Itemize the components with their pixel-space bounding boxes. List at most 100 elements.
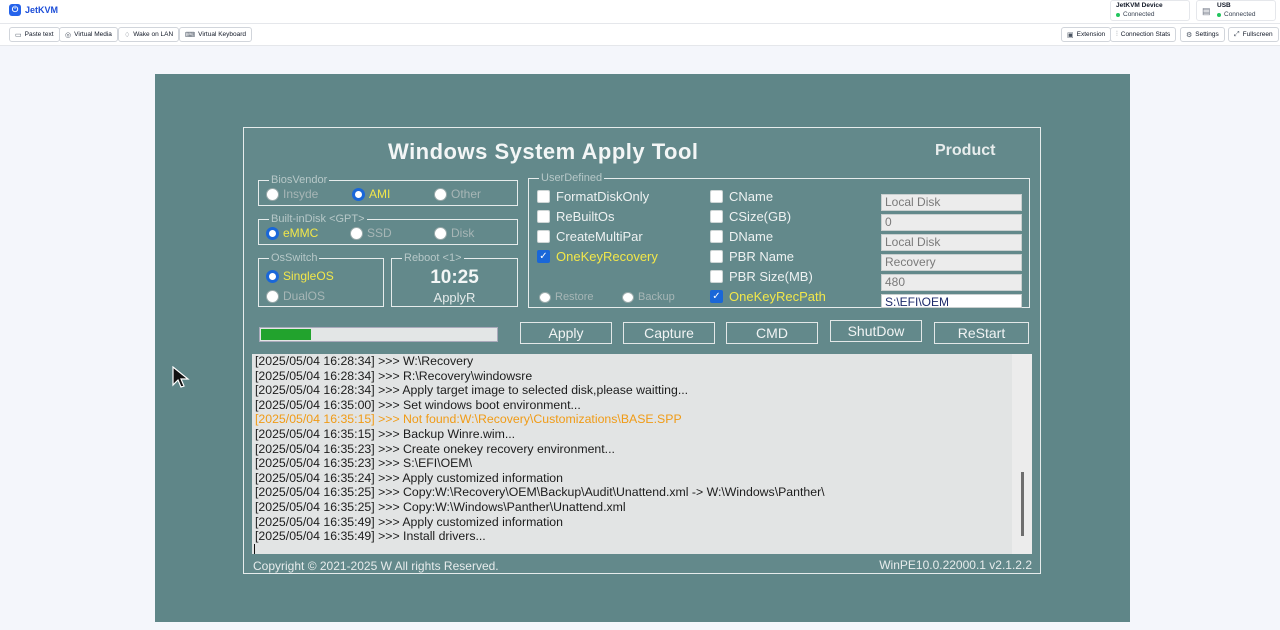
wake-on-lan-button[interactable]: ♢ Wake on LAN — [118, 27, 180, 42]
radio-icon — [434, 187, 447, 201]
paste-text-label: Paste text — [24, 31, 54, 38]
checkbox-create-multi-par[interactable]: CreateMultiPar — [537, 229, 643, 244]
fullscreen-button[interactable]: ⤢ Fullscreen — [1228, 27, 1279, 42]
checkbox-onekey-rec-path[interactable]: ✓ OneKeyRecPath — [710, 289, 826, 304]
radio-backup[interactable]: Backup — [622, 291, 675, 303]
checkbox-onekey-rec-path-label: OneKeyRecPath — [729, 289, 826, 304]
connection-stats-label: Connection Stats — [1120, 31, 1171, 38]
checkbox-format-disk-only[interactable]: FormatDiskOnly — [537, 189, 649, 204]
usb-status-card[interactable]: ▤ USB Connected — [1196, 0, 1276, 21]
copyright-text: Copyright © 2021-2025 W All rights Reser… — [253, 559, 499, 573]
log-scroll-thumb[interactable] — [1021, 472, 1024, 536]
checkbox-pbr-name[interactable]: PBR Name — [710, 249, 794, 264]
virtual-media-button[interactable]: ◎ Virtual Media — [59, 27, 118, 42]
radio-other[interactable]: Other — [434, 187, 481, 201]
os-switch-label: OsSwitch — [269, 251, 320, 265]
log-caret — [254, 543, 255, 554]
log-line: [2025/05/04 16:28:34] >>> R:\Recovery\wi… — [255, 368, 533, 383]
cname-field[interactable]: Local Disk — [881, 194, 1022, 211]
reboot-countdown: 10:25 — [430, 267, 479, 288]
settings-label: Settings — [1195, 31, 1219, 38]
remote-screen[interactable]: Windows System Apply Tool Product BiosVe… — [155, 74, 1130, 622]
checkbox-icon — [537, 230, 550, 243]
apply-progress-bar — [259, 327, 498, 342]
radio-restore[interactable]: Restore — [539, 291, 594, 303]
checkbox-csize-label: CSize(GB) — [729, 209, 792, 224]
radio-icon — [266, 289, 279, 303]
radio-ami-label: AMI — [369, 187, 391, 201]
log-output[interactable]: [2025/05/04 16:28:34] >>> W:\Recovery [20… — [252, 354, 1032, 554]
checkbox-cname-label: CName — [729, 189, 774, 204]
onekey-rec-path-field[interactable]: S:\EFI\OEM — [881, 294, 1022, 309]
radio-restore-label: Restore — [555, 291, 594, 303]
radio-single-os[interactable]: SingleOS — [266, 269, 334, 283]
restart-button[interactable]: ReStart — [934, 322, 1029, 344]
usb-status-title: USB — [1217, 2, 1231, 9]
checkbox-rebuilt-os[interactable]: ReBuiltOs — [537, 209, 615, 224]
paste-text-button[interactable]: ▭ Paste text — [9, 27, 60, 42]
radio-disk[interactable]: Disk — [434, 226, 474, 240]
checkbox-cname[interactable]: CName — [710, 189, 773, 204]
keyboard-icon: ⌨ — [185, 31, 196, 39]
pbr-size-field[interactable]: 480 — [881, 274, 1022, 291]
connected-dot-icon — [1217, 12, 1221, 17]
radio-icon — [434, 226, 447, 240]
checkbox-pbr-size-label: PBR Size(MB) — [729, 269, 813, 284]
checkbox-create-multi-par-label: CreateMultiPar — [556, 229, 643, 244]
log-line: [2025/05/04 16:28:34] >>> W:\Recovery — [255, 354, 474, 368]
settings-button[interactable]: ⚙ Settings — [1180, 27, 1225, 42]
radio-insyde-label: Insyde — [283, 187, 319, 201]
checkbox-pbr-size[interactable]: PBR Size(MB) — [710, 269, 813, 284]
log-line: [2025/05/04 16:35:24] >>> Apply customiz… — [255, 470, 563, 485]
cmd-button[interactable]: CMD — [726, 322, 818, 344]
log-lines: [2025/05/04 16:28:34] >>> W:\Recovery [20… — [252, 354, 1032, 554]
log-line: [2025/05/04 16:35:15] >>> Not found:W:\R… — [255, 412, 682, 427]
virtual-keyboard-button[interactable]: ⌨ Virtual Keyboard — [179, 27, 253, 42]
radio-dual-os-label: DualOS — [283, 289, 326, 303]
log-line: [2025/05/04 16:35:23] >>> Create onekey … — [255, 441, 615, 456]
checkbox-csize[interactable]: CSize(GB) — [710, 209, 791, 224]
clipboard-icon: ▭ — [15, 31, 22, 39]
apply-button[interactable]: Apply — [520, 322, 612, 344]
mouse-cursor-icon — [172, 366, 190, 388]
extension-button[interactable]: ▣ Extension — [1061, 27, 1112, 42]
extension-label: Extension — [1076, 31, 1106, 38]
radio-dual-os[interactable]: DualOS — [266, 289, 325, 303]
log-line: [2025/05/04 16:35:25] >>> Copy:W:\Recove… — [255, 485, 825, 500]
checkbox-dname[interactable]: DName — [710, 229, 773, 244]
device-status-text: Connected — [1123, 11, 1155, 18]
reboot-caption: ApplyR — [433, 290, 476, 305]
log-scrollbar[interactable] — [1012, 354, 1032, 554]
checkbox-onekey-recovery[interactable]: ✓ OneKeyRecovery — [537, 249, 658, 264]
radio-ssd[interactable]: SSD — [350, 226, 392, 240]
radio-ami[interactable]: AMI — [352, 187, 390, 201]
wake-on-lan-label: Wake on LAN — [133, 31, 174, 38]
radio-insyde[interactable]: Insyde — [266, 187, 318, 201]
log-line: [2025/05/04 16:35:00] >>> Set windows bo… — [255, 397, 581, 412]
capture-button[interactable]: Capture — [623, 322, 715, 344]
checkbox-dname-label: DName — [729, 229, 774, 244]
os-switch-group: OsSwitch SingleOS DualOS — [258, 251, 384, 307]
builtin-disk-label: Built-inDisk <GPT> — [269, 212, 367, 226]
pbr-name-field[interactable]: Recovery — [881, 254, 1022, 271]
usb-icon: ▤ — [1202, 6, 1211, 16]
brand-logo[interactable]: ⏻ JetKVM — [9, 4, 58, 16]
radio-emmc-label: eMMC — [283, 226, 319, 240]
action-toolbar: ▭ Paste text ◎ Virtual Media ♢ Wake on LAN … — [0, 24, 1280, 46]
radio-backup-label: Backup — [638, 291, 675, 303]
radio-single-os-label: SingleOS — [283, 269, 334, 283]
checkbox-rebuilt-os-label: ReBuiltOs — [556, 209, 615, 224]
csize-field[interactable]: 0 — [881, 214, 1022, 231]
reboot-label: Reboot <1> — [402, 251, 464, 265]
reboot-group: Reboot <1> 10:25 ApplyR — [391, 251, 518, 307]
dname-field[interactable]: Local Disk — [881, 234, 1022, 251]
shutdown-button[interactable]: ShutDow — [830, 320, 922, 342]
log-line: [2025/05/04 16:28:34] >>> Apply target i… — [255, 383, 689, 398]
connection-stats-button[interactable]: ⫶ Connection Stats — [1110, 27, 1177, 42]
checkbox-pbr-name-label: PBR Name — [729, 249, 795, 264]
device-status-title: JetKVM Device — [1116, 2, 1163, 9]
radio-emmc[interactable]: eMMC — [266, 226, 318, 240]
device-status-card[interactable]: JetKVM Device Connected — [1110, 0, 1190, 21]
radio-selected-icon — [266, 226, 279, 240]
virtual-keyboard-label: Virtual Keyboard — [198, 31, 247, 38]
